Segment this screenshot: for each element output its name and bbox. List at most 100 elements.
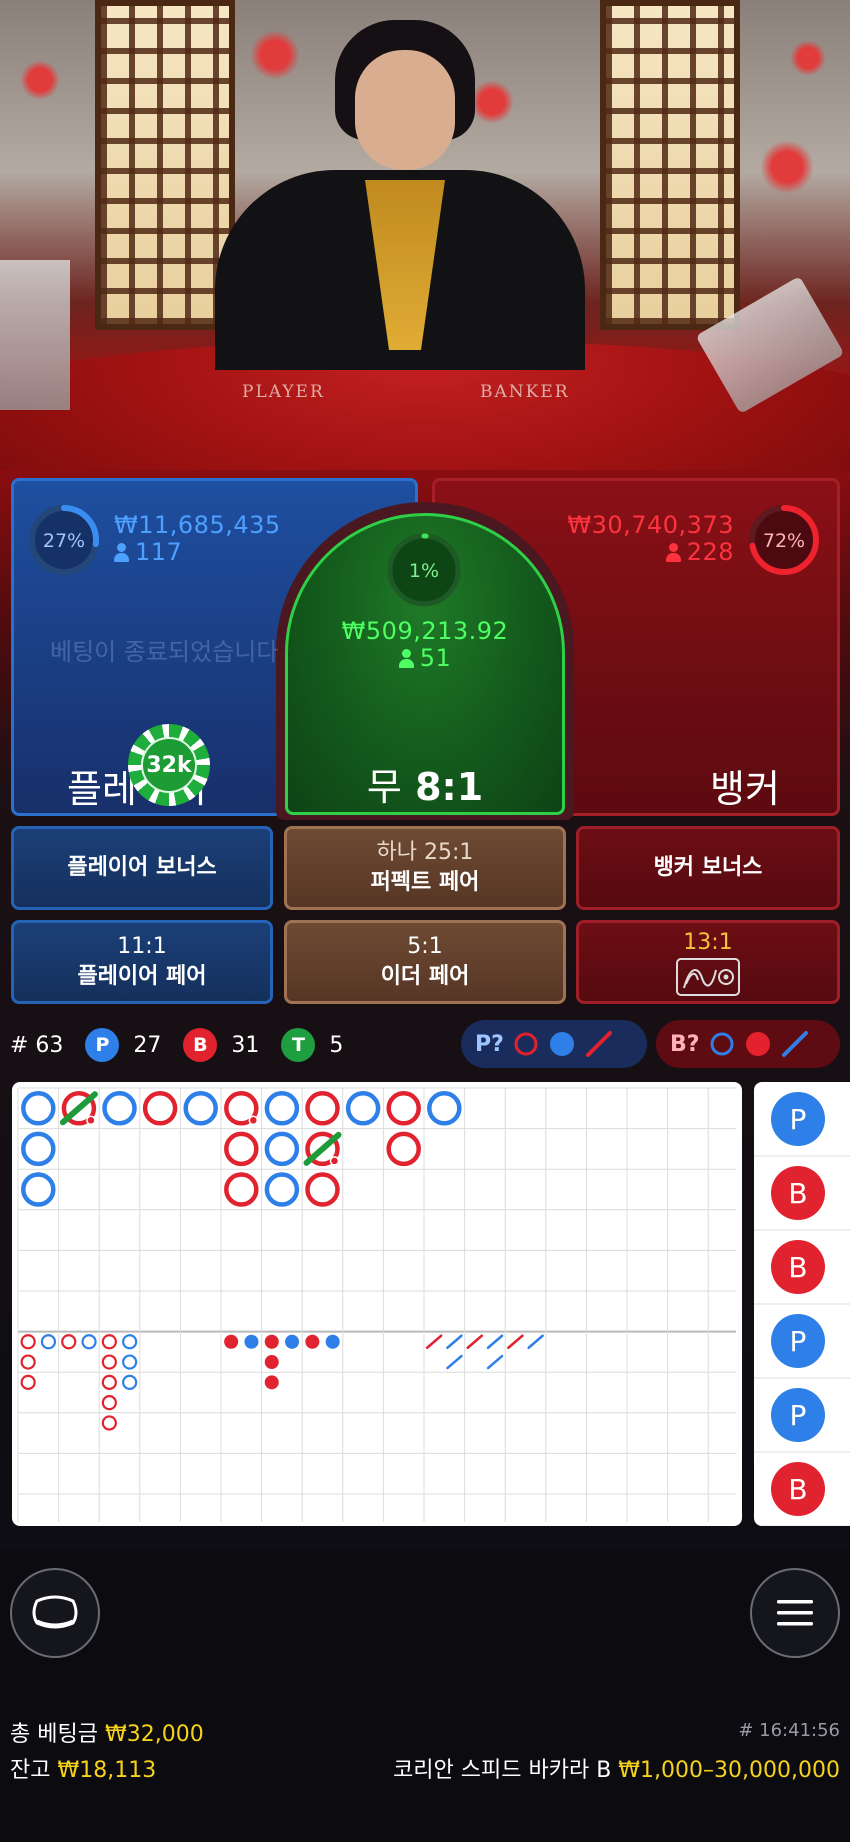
big-eye-mark (61, 1334, 77, 1350)
big-road-mark (224, 1131, 259, 1167)
big-road-mark (183, 1091, 218, 1126)
card-discard-holder (0, 260, 70, 410)
big-road-mark (102, 1091, 137, 1126)
person-icon (398, 649, 414, 668)
cockroach-mark (507, 1334, 524, 1349)
dealer (215, 20, 585, 370)
super-six-button[interactable]: 13:1 (576, 920, 840, 1004)
bead-road-letter: P (790, 1399, 807, 1432)
bead-road-letter: P (790, 1103, 807, 1136)
banker-predict-label: B? (670, 1031, 700, 1057)
player-percent-ring: 27% (29, 505, 99, 575)
big-eye-mark (20, 1334, 36, 1350)
big-road-mark (142, 1091, 178, 1126)
big-eye-mark (40, 1334, 57, 1350)
banker-predict-icons (710, 1031, 808, 1057)
big-eye-mark (101, 1395, 117, 1411)
blossom-decoration (790, 40, 826, 76)
menu-button[interactable] (750, 1568, 840, 1658)
small-road-mark (244, 1334, 259, 1349)
hamburger-menu-icon (777, 1600, 813, 1626)
big-road-mark (224, 1172, 259, 1207)
tie-percent: 1% (409, 560, 439, 582)
table-limits: ₩1,000–30,000,000 (618, 1758, 840, 1783)
big-road-mark (21, 1172, 56, 1207)
bead-road-letter: B (788, 1177, 807, 1210)
big-eye-mark (20, 1354, 36, 1370)
live-video-feed: PLAYER BANKER (0, 0, 850, 490)
big-eye-mark (101, 1354, 117, 1370)
banker-stake: ₩30,740,373 228 (567, 512, 734, 566)
pair-dot (329, 1156, 340, 1166)
big-eye-mark (20, 1374, 36, 1390)
player-stake: ₩11,685,435 117 (114, 512, 281, 566)
big-eye-mark (122, 1374, 138, 1390)
player-predict-icons (514, 1031, 612, 1057)
betting-closed-message: 베팅이 종료되었습니다 (50, 638, 279, 666)
cockroach-mark (486, 1354, 504, 1370)
big-road-mark (305, 1172, 340, 1207)
cockroach-mark (486, 1334, 504, 1349)
total-bet-label: 총 베팅금 (10, 1722, 98, 1747)
player-amount: ₩11,685,435 (114, 511, 281, 539)
either-pair-button[interactable]: 5:1 이더 페어 (284, 920, 566, 1004)
banker-percent-ring: 72% (749, 505, 819, 575)
player-predict-label: P? (475, 1031, 504, 1057)
big-road-mark (345, 1091, 381, 1126)
big-eye-mark (122, 1334, 138, 1350)
banker-bonus-button[interactable]: 뱅커 보너스 (576, 826, 840, 910)
bead-road-letter: B (788, 1473, 807, 1506)
small-road-mark (224, 1334, 239, 1349)
banker-predict-button[interactable]: B? (656, 1020, 840, 1068)
round-time: # 16:41:56 (738, 1720, 840, 1741)
player-predict-button[interactable]: P? (461, 1020, 647, 1068)
small-road-mark (264, 1334, 279, 1349)
banker-win-count: 31 (231, 1032, 260, 1058)
player-win-disc: P (85, 1028, 120, 1062)
tie-stake: ₩509,213.92 51 (285, 618, 565, 672)
big-road-mark (305, 1091, 340, 1126)
person-icon (665, 543, 681, 562)
banker-win-disc: B (183, 1028, 218, 1062)
tie-count: 51 (419, 644, 452, 672)
either-pair-odds: 5:1 (407, 934, 443, 959)
lobby-button[interactable] (10, 1568, 100, 1658)
bead-road-letter: B (788, 1251, 807, 1284)
table-name: 코리안 스피드 바카라 B (393, 1758, 612, 1783)
person-icon (114, 543, 129, 562)
player-pair-button[interactable]: 11:1 플레이어 페어 (11, 920, 273, 1004)
small-road-mark (305, 1334, 320, 1349)
banker-label: 뱅커 (710, 767, 780, 811)
big-road-mark (264, 1131, 300, 1167)
small-road-mark (264, 1375, 279, 1390)
lattice-screen-left (95, 0, 235, 330)
perfect-pair-odds: 하나 25:1 (376, 840, 474, 865)
super-odds: 13:1 (683, 930, 733, 955)
pair-dot (86, 1115, 96, 1126)
total-bet-value: ₩32,000 (104, 1722, 204, 1747)
bead-road-letter: P (790, 1325, 807, 1358)
big-road-mark (264, 1172, 300, 1207)
big-eye-mark (81, 1334, 97, 1350)
perfect-pair-button[interactable]: 하나 25:1 퍼펙트 페어 (284, 826, 566, 910)
player-count: 117 (135, 538, 183, 566)
cockroach-mark (466, 1334, 483, 1349)
blossom-decoration (760, 140, 814, 194)
dragon-icon (676, 958, 740, 996)
scoreboard[interactable] (12, 1082, 742, 1526)
perfect-pair-label: 퍼펙트 페어 (370, 870, 480, 895)
balance-label: 잔고 (10, 1758, 51, 1783)
scoreboard-grid (17, 1087, 736, 1522)
cockroach-mark (425, 1334, 443, 1349)
tie-percent-ring: 1% (387, 533, 461, 607)
player-pair-odds: 11:1 (117, 934, 167, 959)
chip-value: 32k (141, 737, 197, 793)
bead-road-strip[interactable]: P B B P P B (754, 1082, 850, 1526)
balance: 잔고 ₩18,113 (10, 1752, 156, 1784)
lobby-icon (32, 1595, 78, 1629)
player-bonus-label: 플레이어 보너스 (67, 855, 217, 880)
player-bonus-button[interactable]: 플레이어 보너스 (11, 826, 273, 910)
big-eye-mark (122, 1354, 138, 1370)
big-road-mark (386, 1131, 421, 1167)
tie-label-text: 무 (366, 765, 402, 809)
